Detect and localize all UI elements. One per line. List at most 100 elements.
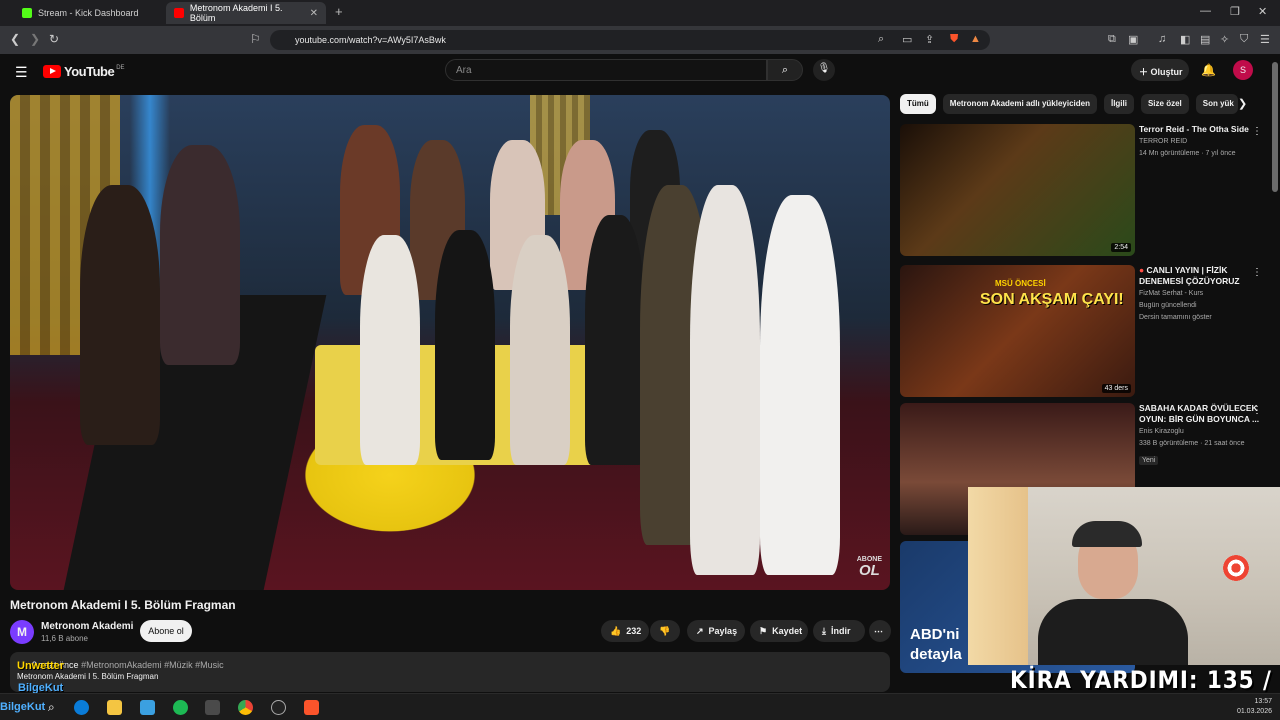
- new-tab-button[interactable]: +: [335, 4, 343, 19]
- save-button[interactable]: ⚑ Kaydet: [750, 620, 808, 642]
- minimize-icon[interactable]: —: [1200, 5, 1211, 17]
- brave-rewards-icon[interactable]: ▲: [970, 33, 981, 45]
- reload-icon[interactable]: ↻: [49, 32, 59, 46]
- new-badge: Yeni: [1139, 456, 1159, 465]
- clock-date: 01.03.2026: [1236, 708, 1272, 715]
- edge-icon[interactable]: [74, 700, 89, 715]
- vpn-icon[interactable]: ⛉: [1240, 33, 1248, 46]
- chrome-icon[interactable]: [238, 700, 253, 715]
- cast-icon[interactable]: ▭: [902, 33, 912, 46]
- obs-icon[interactable]: [271, 700, 286, 715]
- channel-info[interactable]: M Metronom Akademi 11,6 B abone: [10, 620, 133, 644]
- video-thumbnail[interactable]: 2:54: [900, 124, 1135, 256]
- close-window-icon[interactable]: ✕: [1258, 5, 1267, 18]
- logo-text: YouTube: [64, 64, 115, 79]
- account-avatar[interactable]: S: [1233, 60, 1253, 80]
- more-actions-button[interactable]: ⋯: [869, 620, 891, 642]
- tab-youtube-video[interactable]: Metronom Akademi I 5. Bölüm ✕: [166, 2, 326, 24]
- voice-search-button[interactable]: 🎙: [813, 59, 835, 81]
- rec-more-icon[interactable]: ⋮: [1252, 126, 1262, 137]
- search-placeholder: Ara: [456, 65, 472, 76]
- tab-label: Stream - Kick Dashboard: [38, 8, 139, 18]
- rec-title-text: CANLI YAYIN | FİZİK DENEMESİ ÇÖZÜYORUZ: [1139, 265, 1240, 286]
- calculator-icon[interactable]: [205, 700, 220, 715]
- sidebar-icon[interactable]: ◧: [1180, 33, 1190, 46]
- chip-for-you[interactable]: Size özel: [1140, 94, 1189, 114]
- file-explorer-icon[interactable]: [107, 700, 122, 715]
- subscribe-watermark: ABONE OL: [857, 556, 882, 578]
- screenshot-icon[interactable]: ▣: [1128, 33, 1138, 46]
- rec-more-icon[interactable]: ⋮: [1252, 267, 1262, 278]
- share-label: Paylaş: [708, 626, 738, 636]
- back-icon[interactable]: ❮: [10, 32, 20, 46]
- zoom-icon[interactable]: ⌕: [878, 33, 884, 46]
- rec-extra[interactable]: Dersin tamamını göster: [1139, 313, 1264, 323]
- live-dot-icon: ●: [1139, 265, 1145, 275]
- microphone-icon: 🎙: [817, 63, 831, 74]
- subscribe-button[interactable]: Abone ol: [140, 620, 192, 642]
- youtube-play-icon: [43, 65, 61, 78]
- video-description[interactable]: 9 saat önce #MetronomAkademi #Müzik #Mus…: [10, 652, 890, 692]
- music-icon[interactable]: ♫: [1158, 33, 1166, 45]
- tab-kick-dashboard[interactable]: Stream - Kick Dashboard: [14, 2, 164, 24]
- forward-icon[interactable]: ❯: [30, 32, 40, 46]
- rec-channel[interactable]: FizMat Serhat - Kurs: [1139, 289, 1264, 299]
- close-tab-icon[interactable]: ✕: [310, 8, 318, 19]
- video-thumbnail[interactable]: MSÜ ÖNCESİ SON AKŞAM ÇAYI! 43 ders: [900, 265, 1135, 397]
- webcam-overlay: [968, 487, 1280, 665]
- create-label: Oluştur: [1150, 67, 1183, 77]
- youtube-favicon-icon: [174, 8, 184, 18]
- bookmark-icon[interactable]: ⚐: [250, 32, 261, 46]
- video-singers: [70, 125, 850, 575]
- subscriber-count: 11,6 B abone: [41, 634, 89, 643]
- notifications-bell-icon[interactable]: 🔔: [1201, 63, 1216, 77]
- brave-shield-icon[interactable]: ⛊: [950, 33, 958, 46]
- video-player[interactable]: ABONE OL: [10, 95, 890, 590]
- search-button[interactable]: ⌕: [767, 59, 803, 81]
- like-button[interactable]: 👍 232: [601, 620, 649, 642]
- create-button[interactable]: ＋ Oluştur: [1131, 59, 1189, 81]
- rec-meta: 14 Mn görüntüleme · 7 yıl önce: [1139, 150, 1236, 157]
- rec-channel[interactable]: TERROR REID: [1139, 137, 1264, 147]
- rec-meta: 338 B görüntüleme · 21 saat önce: [1139, 440, 1245, 447]
- spotify-icon[interactable]: [173, 700, 188, 715]
- share-icon: ↗: [696, 625, 704, 636]
- page-scrollbar[interactable]: [1272, 62, 1278, 192]
- download-button[interactable]: ⤓ İndir: [813, 620, 865, 642]
- share-page-icon[interactable]: ⇪: [925, 33, 934, 46]
- chip-from-uploader[interactable]: Metronom Akademi adlı yükleyiciden: [942, 94, 1097, 114]
- brave-icon[interactable]: [304, 700, 319, 715]
- rec-title[interactable]: ● CANLI YAYIN | FİZİK DENEMESİ ÇÖZÜYORUZ: [1139, 265, 1264, 287]
- description-tags[interactable]: #MetronomAkademi #Müzik #Music: [81, 660, 224, 670]
- share-button[interactable]: ↗ Paylaş: [687, 620, 745, 642]
- tab-label: Metronom Akademi I 5. Bölüm: [189, 3, 283, 23]
- rec-channel[interactable]: Enis Kirazoglu: [1139, 427, 1264, 437]
- channel-avatar[interactable]: M: [10, 620, 34, 644]
- bookmark-save-icon: ⚑: [759, 625, 768, 636]
- rec-more-icon[interactable]: ⋮: [1252, 405, 1262, 416]
- chips-next-icon[interactable]: ❯: [1238, 97, 1247, 110]
- channel-name[interactable]: Metronom Akademi: [41, 621, 133, 632]
- chip-recent[interactable]: Son yük: [1195, 94, 1238, 114]
- leo-icon[interactable]: ✧: [1220, 33, 1229, 46]
- chip-all[interactable]: Tümü: [900, 94, 936, 114]
- hamburger-menu-icon[interactable]: ☰: [15, 64, 28, 81]
- menu-icon[interactable]: ☰: [1260, 33, 1270, 46]
- rec-meta: Bugün güncellendi: [1139, 302, 1197, 309]
- save-label: Kaydet: [772, 626, 803, 636]
- chip-related[interactable]: İlgili: [1103, 94, 1134, 114]
- wallet-icon[interactable]: ▤: [1200, 33, 1210, 46]
- dartboard-decor: [1223, 555, 1249, 581]
- filter-chips: Tümü Metronom Akademi adlı yükleyiciden …: [900, 94, 1238, 114]
- search-taskbar-icon[interactable]: ⌕: [48, 700, 63, 715]
- search-input[interactable]: Ara: [445, 59, 767, 81]
- rec-title[interactable]: SABAHA KADAR ÖVÜLECEK OYUN: BİR GÜN BOYU…: [1139, 403, 1264, 425]
- duration-badge: 2:54: [1111, 243, 1131, 252]
- photos-icon[interactable]: [140, 700, 155, 715]
- youtube-logo[interactable]: YouTube DE: [43, 64, 125, 79]
- system-clock[interactable]: 13:57 01.03.2026: [1237, 697, 1272, 717]
- restore-icon[interactable]: ❐: [1230, 5, 1240, 18]
- extensions-icon[interactable]: ⧉: [1108, 33, 1116, 46]
- rec-title[interactable]: Terror Reid - The Otha Side: [1139, 124, 1264, 135]
- dislike-button[interactable]: 👎: [650, 620, 680, 642]
